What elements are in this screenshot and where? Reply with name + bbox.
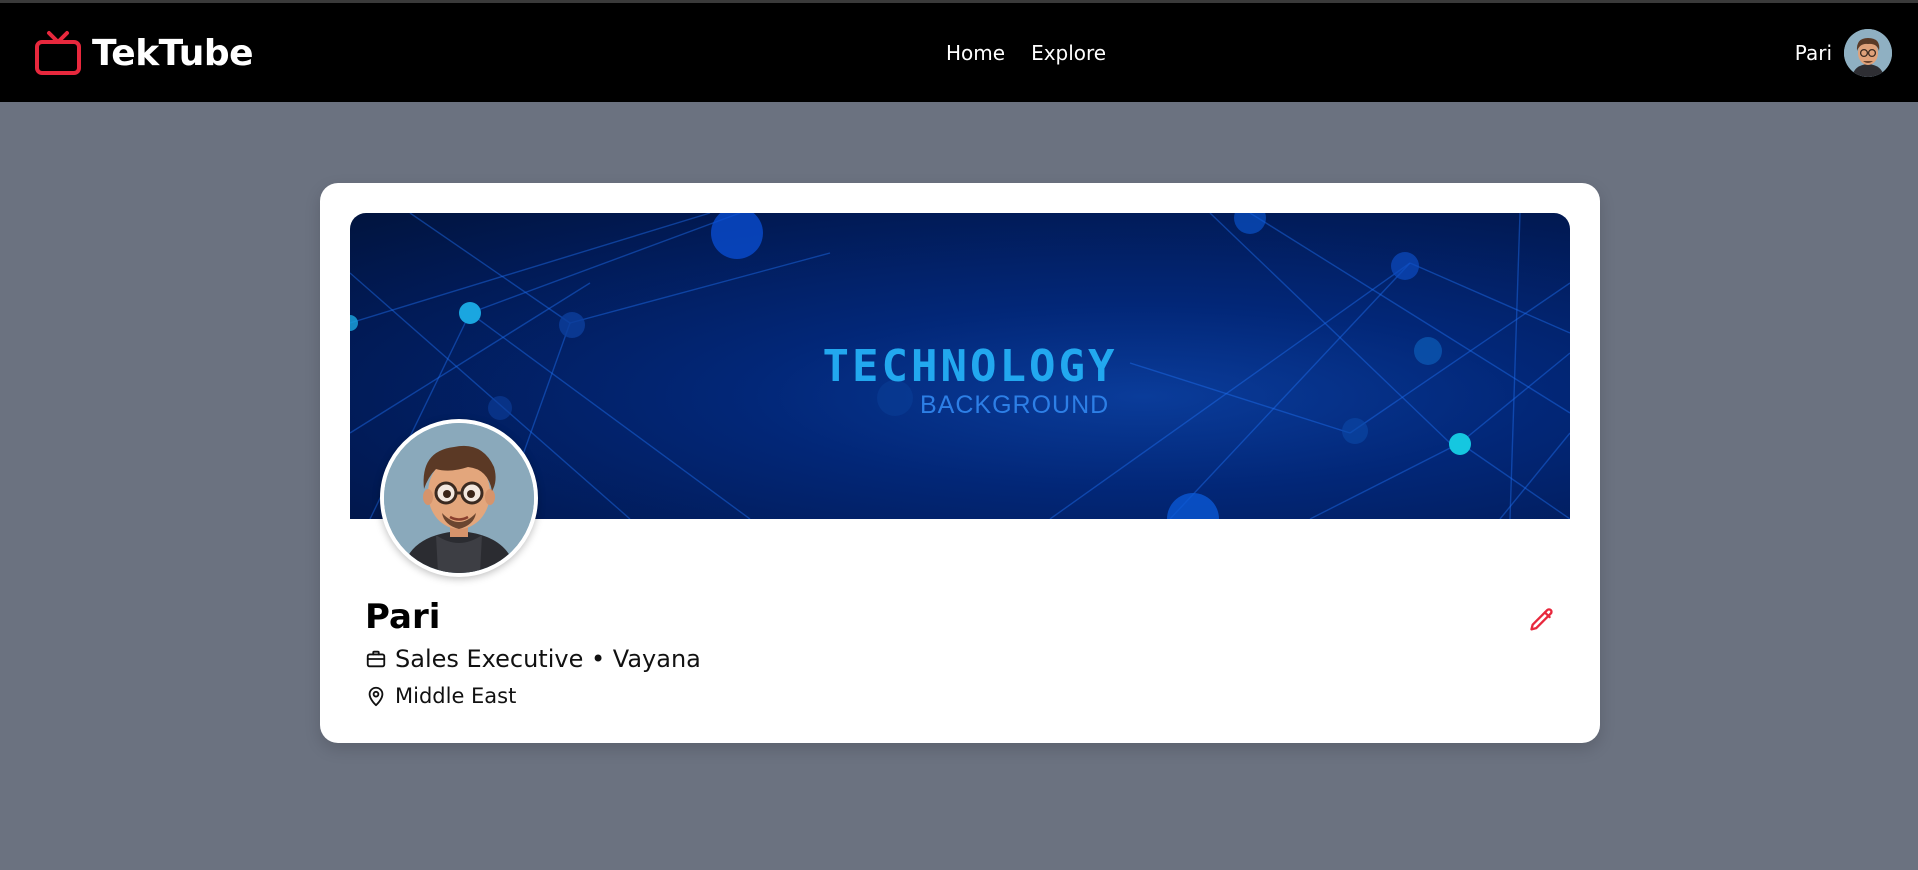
top-navbar: TekTube Home Explore Pari	[0, 0, 1918, 102]
edit-profile-button[interactable]	[1528, 605, 1558, 635]
banner-title: TECHNOLOGY	[822, 341, 1118, 392]
profile-role-text: Sales Executive • Vayana	[395, 645, 701, 673]
map-pin-icon	[365, 685, 387, 707]
profile-role-line: Sales Executive • Vayana	[365, 645, 701, 673]
tv-icon	[34, 30, 82, 76]
banner-subtitle: BACKGROUND	[920, 391, 1110, 419]
nav-link-home[interactable]: Home	[946, 41, 1005, 65]
profile-name: Pari	[365, 597, 441, 637]
profile-location-text: Middle East	[395, 684, 517, 708]
user-menu[interactable]: Pari	[1795, 29, 1892, 77]
pencil-icon	[1528, 606, 1558, 634]
main-nav: Home Explore	[946, 41, 1106, 65]
brand-logo-link[interactable]: TekTube	[34, 28, 254, 78]
nav-link-explore[interactable]: Explore	[1031, 41, 1106, 65]
profile-location-line: Middle East	[365, 684, 516, 708]
profile-avatar	[380, 419, 538, 577]
briefcase-icon	[365, 648, 387, 670]
nav-user-name: Pari	[1794, 41, 1832, 65]
brand-name: TekTube	[92, 32, 254, 74]
avatar[interactable]	[1844, 29, 1892, 77]
profile-card: TECHNOLOGY BACKGROUND Pari Sales Executi…	[320, 183, 1600, 743]
